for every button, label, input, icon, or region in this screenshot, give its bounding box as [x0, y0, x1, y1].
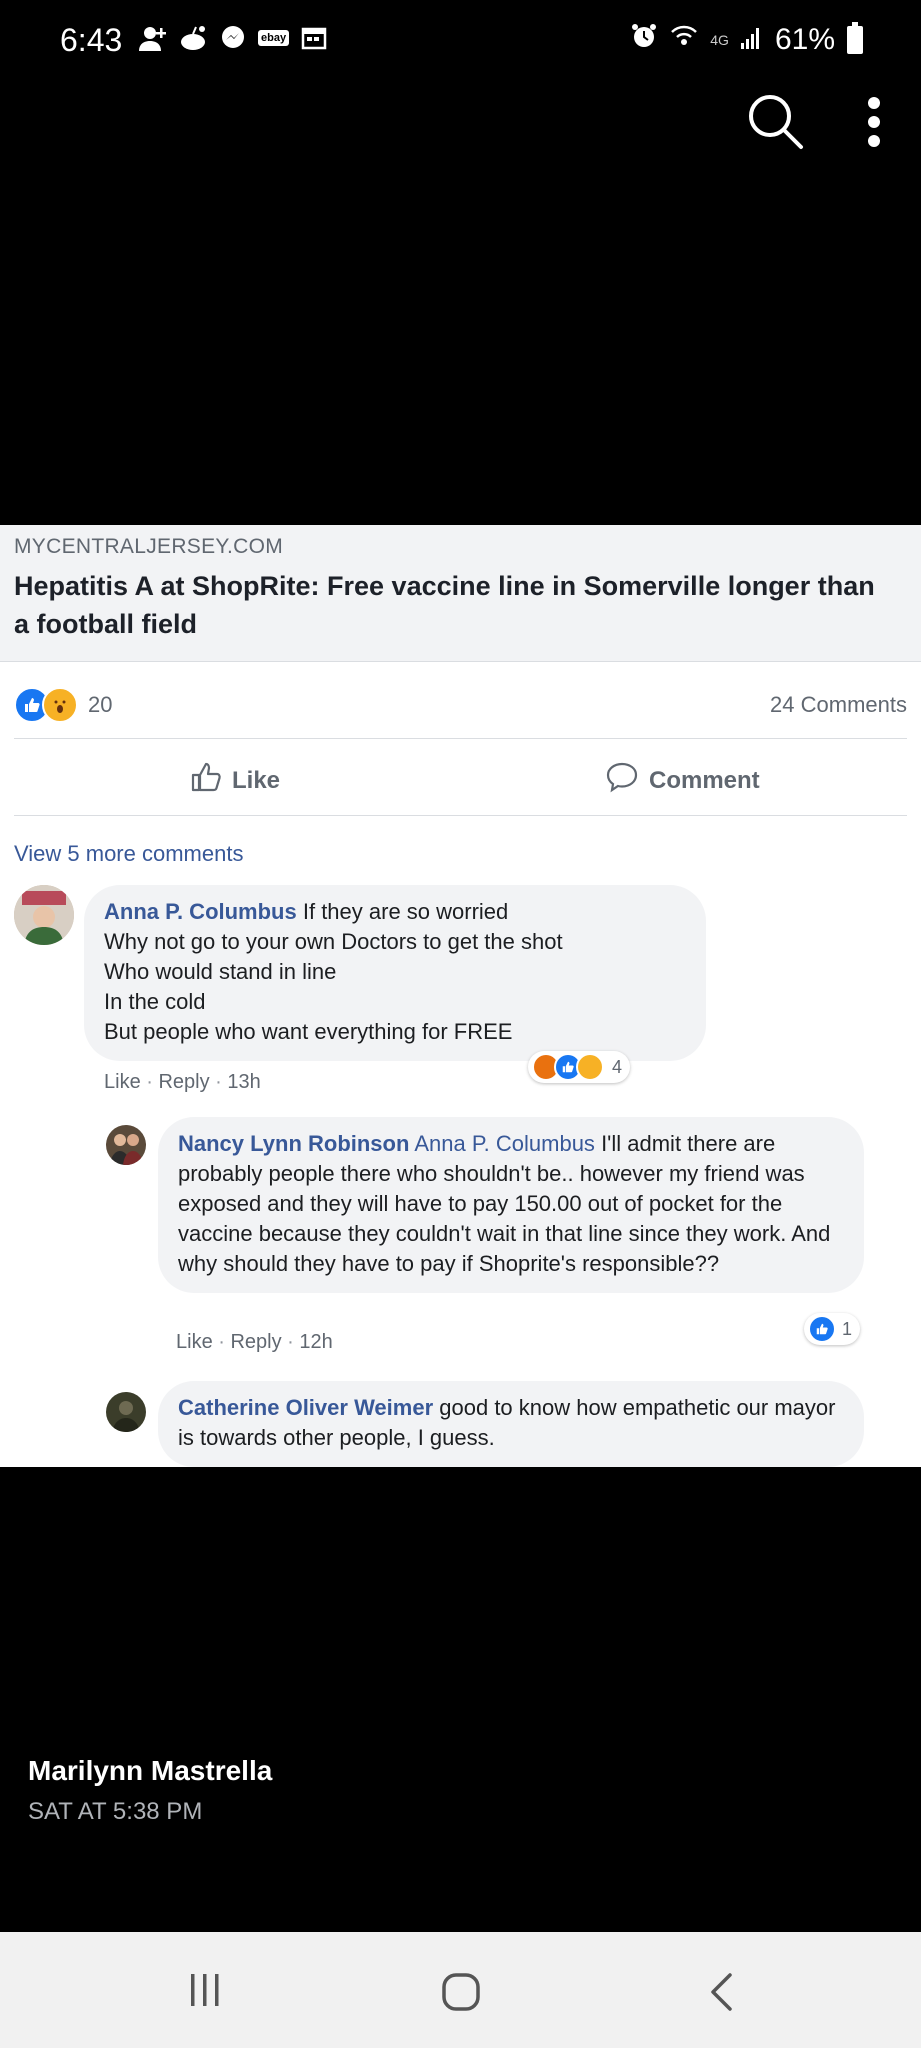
- comment-author[interactable]: Catherine Oliver Weimer: [178, 1395, 433, 1420]
- comment-reactions[interactable]: 1: [804, 1313, 861, 1345]
- like-link[interactable]: Like: [104, 1071, 141, 1093]
- wifi-icon: [670, 23, 698, 57]
- reaction-count: 20: [88, 692, 113, 717]
- comment-bubble: Anna P. Columbus If they are so worried …: [84, 885, 706, 1061]
- person-add-icon: [138, 24, 168, 52]
- haha-reaction-icon: [576, 1053, 604, 1081]
- comment-count[interactable]: 24 Comments: [770, 692, 907, 718]
- link-preview[interactable]: MYCENTRALJERSEY.COM Hepatitis A at ShopR…: [0, 525, 921, 662]
- comment-author[interactable]: Anna P. Columbus: [104, 899, 297, 924]
- notification-icons: ebay: [138, 24, 329, 52]
- calendar-icon: [299, 24, 329, 52]
- avatar[interactable]: [14, 885, 74, 945]
- divider: [14, 738, 907, 739]
- comment-icon: [605, 761, 639, 800]
- comment-line: But people who want everything for FREE: [104, 1019, 513, 1044]
- comment-meta: Like · Reply · 12h: [176, 1331, 333, 1353]
- home-icon[interactable]: [441, 1972, 481, 2012]
- messenger-icon: [218, 24, 248, 52]
- status-time: 6:43: [60, 22, 123, 58]
- wow-reaction-icon: [42, 687, 78, 723]
- divider: [14, 815, 907, 816]
- reply-link[interactable]: Reply: [158, 1071, 209, 1093]
- like-link[interactable]: Like: [176, 1331, 213, 1353]
- poster-name[interactable]: Marilynn Mastrella: [28, 1755, 272, 1787]
- post-card: MYCENTRALJERSEY.COM Hepatitis A at ShopR…: [0, 525, 921, 1467]
- signal-icon: [740, 23, 763, 57]
- navigation-bar: [0, 1932, 921, 2048]
- status-right-icons: 4G 61%: [630, 22, 863, 58]
- like-label: Like: [232, 766, 281, 794]
- like-icon: [190, 761, 222, 800]
- alarm-icon: [630, 22, 658, 58]
- search-icon[interactable]: [745, 92, 807, 157]
- reaction-count: 1: [842, 1318, 853, 1339]
- comment-reactions[interactable]: 4: [528, 1051, 631, 1083]
- back-icon[interactable]: [708, 1972, 734, 2012]
- reddit-icon: [178, 24, 208, 52]
- link-source: MYCENTRALJERSEY.COM: [14, 535, 284, 558]
- comment-line: In the cold: [104, 989, 206, 1014]
- viewer-actions: [745, 92, 881, 157]
- link-headline[interactable]: Hepatitis A at ShopRite: Free vaccine li…: [14, 567, 884, 643]
- reply-link[interactable]: Reply: [230, 1331, 281, 1353]
- comment-line: Who would stand in line: [104, 959, 337, 984]
- network-type: 4G: [710, 32, 729, 48]
- comment-bubble: Catherine Oliver Weimer good to know how…: [158, 1381, 864, 1467]
- avatar[interactable]: [106, 1392, 146, 1432]
- comment-author[interactable]: Nancy Lynn Robinson: [178, 1131, 409, 1156]
- comment-label: Comment: [649, 766, 760, 794]
- like-reaction-icon: [808, 1315, 836, 1343]
- comment-text: If they are so worried: [302, 899, 509, 924]
- comment-line: Why not go to your own Doctors to get th…: [104, 929, 563, 954]
- recents-icon[interactable]: [188, 1972, 222, 2008]
- ebay-icon: ebay: [258, 30, 290, 46]
- reaction-group[interactable]: 20: [14, 687, 112, 723]
- more-vert-icon[interactable]: [867, 96, 881, 153]
- comment-time: 13h: [227, 1071, 261, 1093]
- reactions-summary: 20 24 Comments: [14, 685, 907, 725]
- comment-mention[interactable]: Anna P. Columbus: [414, 1131, 595, 1156]
- view-more-comments[interactable]: View 5 more comments: [14, 841, 243, 867]
- comment-time: 12h: [299, 1331, 333, 1353]
- reaction-count: 4: [612, 1056, 623, 1077]
- battery-icon: [847, 22, 863, 54]
- comment-button[interactable]: Comment: [605, 761, 760, 800]
- like-button[interactable]: Like: [190, 761, 280, 800]
- battery-percent: 61%: [774, 23, 835, 56]
- comment-meta: Like · Reply · 13h: [104, 1071, 261, 1093]
- comment-bubble: Nancy Lynn Robinson Anna P. Columbus I'l…: [158, 1117, 864, 1293]
- avatar[interactable]: [106, 1125, 146, 1165]
- post-timestamp: SAT AT 5:38 PM: [28, 1798, 203, 1825]
